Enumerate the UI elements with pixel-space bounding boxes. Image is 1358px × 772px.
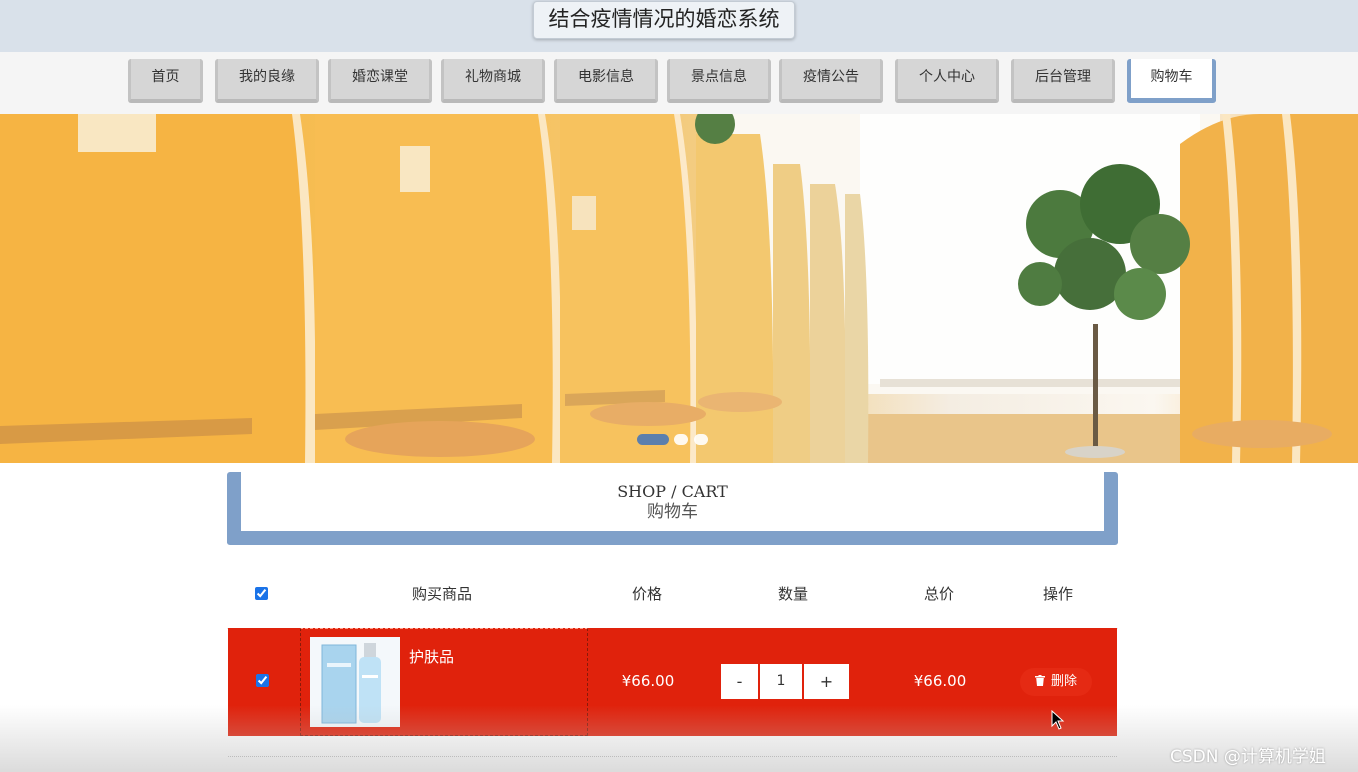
product-name[interactable]: 护肤品 [409,646,454,667]
nav-item-profile[interactable]: 个人中心 [895,59,999,103]
site-title: 结合疫情情况的婚恋系统 [533,1,795,39]
product-price: ¥66.00 [621,672,675,690]
quantity-input[interactable]: 1 [760,664,802,699]
mouse-cursor-icon [1051,710,1065,730]
nav-item-dating-class[interactable]: 婚恋课堂 [328,59,432,103]
nav-item-admin[interactable]: 后台管理 [1011,59,1115,103]
nav-item-home[interactable]: 首页 [128,59,203,103]
column-header-price: 价格 [631,585,662,603]
delete-button[interactable]: 删除 [1020,668,1092,696]
quantity-increase-button[interactable]: + [804,664,849,699]
column-header-total: 总价 [923,585,954,603]
item-checkbox[interactable] [256,674,269,687]
section-heading: SHOP / CART 购物车 [227,472,1118,545]
carousel-dot-1[interactable] [637,434,669,445]
quantity-decrease-button[interactable]: - [721,664,758,699]
column-header-quantity: 数量 [777,585,808,603]
hero-carousel [0,114,1358,463]
carousel-dot-2[interactable] [674,434,688,445]
trash-icon [1034,675,1045,686]
quantity-stepper: - 1 + [721,664,849,699]
select-all-checkbox[interactable] [255,587,268,600]
header-bar: 结合疫情情况的婚恋系统 [0,0,1358,52]
column-header-action: 操作 [1042,585,1073,603]
delete-label: 删除 [1050,674,1077,689]
item-total: ¥66.00 [913,672,967,690]
section-title-en: SHOP / CART [617,482,728,501]
main-nav: 首页 我的良缘 婚恋课堂 礼物商城 电影信息 景点信息 疫情公告 个人中心 后台… [0,52,1358,114]
nav-item-movies[interactable]: 电影信息 [554,59,658,103]
column-header-product: 购买商品 [411,585,472,603]
banner-study-room-image [0,114,1358,463]
cart-row: 护肤品 ¥66.00 - 1 + ¥66.00 删除 [228,628,1117,736]
cart-table-header: 购买商品 价格 数量 总价 操作 [227,572,1118,629]
carousel-dot-3[interactable] [694,434,708,445]
skincare-product-image [310,637,400,727]
product-thumbnail[interactable] [310,637,400,727]
nav-item-epidemic-notice[interactable]: 疫情公告 [779,59,883,103]
nav-item-my-match[interactable]: 我的良缘 [215,59,319,103]
nav-item-gift-mall[interactable]: 礼物商城 [441,59,545,103]
next-row-border [228,756,1117,757]
watermark-text: CSDN @计算机学姐 [1170,747,1326,767]
section-title-cn: 购物车 [647,502,698,522]
nav-item-cart[interactable]: 购物车 [1127,59,1216,103]
nav-item-attractions[interactable]: 景点信息 [667,59,771,103]
